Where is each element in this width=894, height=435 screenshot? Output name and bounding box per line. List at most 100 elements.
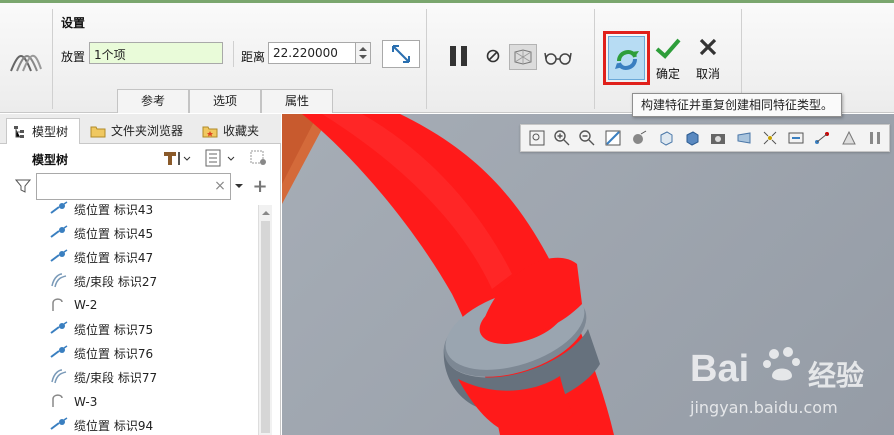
datum-display-icon[interactable] — [762, 130, 778, 146]
scroll-up-icon[interactable] — [260, 208, 272, 218]
tab-properties[interactable]: 属性 — [261, 89, 333, 113]
tree-item-label: 缆位置 标识45 — [74, 226, 154, 241]
wire-icon — [50, 392, 68, 411]
pause-button[interactable] — [444, 41, 474, 71]
tree-item-label: 缆/束段 标识77 — [74, 371, 158, 386]
model-tree-icon — [14, 125, 24, 138]
tree-title: 模型树 — [32, 153, 69, 167]
repaint-icon[interactable] — [605, 130, 621, 146]
tab-model-tree[interactable]: 模型树 — [6, 118, 80, 144]
watermark-brand: Bai — [690, 348, 750, 390]
preview-toggle-button[interactable] — [509, 44, 537, 70]
no-symbol-icon — [486, 49, 500, 63]
favorites-folder-icon — [202, 126, 218, 138]
display-style-icon[interactable] — [684, 130, 700, 146]
axis-display-icon[interactable] — [814, 130, 830, 146]
cable-location-icon — [50, 417, 68, 434]
tab-folder-browser[interactable]: 文件夹浏览器 — [84, 118, 192, 144]
tree-item[interactable]: W-3 — [50, 391, 97, 413]
search-dropdown-icon[interactable] — [233, 178, 245, 194]
no-preview-button[interactable] — [484, 47, 502, 65]
cable-location-icon — [50, 249, 68, 266]
tree-item[interactable]: 缆位置 标识94 — [50, 415, 153, 435]
distance-field[interactable]: 22.220000 — [268, 42, 356, 64]
cable-location-icon — [50, 224, 68, 242]
tab-references[interactable]: 参考 — [117, 89, 189, 113]
tree-item[interactable]: 缆位置 标识75 — [50, 319, 153, 341]
annotation-display-icon[interactable] — [788, 130, 804, 146]
zoom-in-icon[interactable] — [554, 130, 570, 146]
folder-icon — [90, 126, 106, 138]
view-manager-icon[interactable] — [710, 130, 726, 146]
tree-item[interactable]: 缆/束段 标识27 — [50, 270, 157, 292]
view-toolbar — [520, 124, 890, 152]
tab-options[interactable]: 选项 — [189, 89, 261, 113]
cable-feature-icon — [6, 43, 46, 79]
tree-search-input[interactable] — [36, 173, 231, 200]
wire-icon — [50, 296, 68, 315]
filter-icon[interactable] — [14, 176, 32, 196]
tree-item-label: W-2 — [74, 298, 98, 313]
list-view-icon — [205, 149, 235, 167]
placement-label: 放置 — [61, 50, 86, 64]
distance-label: 距离 — [241, 50, 266, 64]
placement-field[interactable]: 1个项 — [89, 42, 223, 64]
tree-item[interactable]: 缆/束段 标识77 — [50, 367, 157, 389]
cancel-button[interactable]: 取消 — [692, 35, 724, 83]
tree-item[interactable]: 缆位置 标识43 — [50, 198, 153, 220]
graphics-viewport[interactable]: Bai 经验 jingyan.baidu.com — [282, 114, 894, 435]
zoom-out-icon[interactable] — [579, 130, 595, 146]
distance-spinner[interactable] — [355, 42, 371, 64]
spin-center-icon[interactable] — [631, 130, 647, 146]
cable-location-icon — [50, 321, 68, 338]
tree-scrollbar[interactable] — [258, 205, 272, 435]
add-filter-icon[interactable]: + — [252, 176, 268, 197]
pause-view-icon[interactable] — [867, 130, 883, 146]
appearance-icon[interactable] — [841, 130, 857, 146]
baidu-watermark: Bai 经验 jingyan.baidu.com — [690, 342, 890, 432]
refit-icon[interactable] — [529, 130, 545, 146]
clear-search-icon[interactable]: × — [212, 178, 228, 194]
app-window: { "ribbon": { "settings_title": "设置", "p… — [0, 0, 894, 435]
tree-item[interactable]: 缆位置 标识76 — [50, 343, 153, 365]
cancel-label: 取消 — [695, 66, 720, 81]
panel-tabs: 模型树 文件夹浏览器 收藏夹 — [0, 114, 281, 144]
tree-item[interactable]: 缆位置 标识45 — [50, 222, 153, 244]
tree-settings-button[interactable] — [160, 148, 194, 168]
tree-item-label: 缆位置 标识94 — [74, 419, 154, 434]
tree-item[interactable]: 缆位置 标识47 — [50, 246, 153, 268]
left-panel: 模型树 文件夹浏览器 收藏夹 模型树 × + 缆位置 标识43 缆位置 标识45 缆… — [0, 114, 281, 435]
tree-display-button[interactable] — [202, 148, 238, 168]
repeat-tooltip: 构建特征并重复创建相同特征类型。 — [632, 93, 843, 117]
ok-button[interactable]: 确定 — [652, 35, 684, 83]
tab-model-tree-label: 模型树 — [32, 124, 69, 139]
watermark-brand-cn: 经验 — [808, 359, 865, 392]
settings-title: 设置 — [61, 16, 86, 30]
checkmark-icon — [655, 38, 681, 59]
tools-icon — [164, 152, 191, 165]
cable-location-icon — [50, 345, 68, 362]
tree-item-label: 缆位置 标识43 — [74, 202, 154, 217]
tree-filter-settings-button[interactable] — [248, 148, 270, 168]
paw-logo-icon — [763, 347, 800, 381]
tree-item[interactable]: W-2 — [50, 294, 97, 316]
saved-orientations-icon[interactable] — [658, 130, 674, 146]
watermark-url: jingyan.baidu.com — [690, 398, 838, 417]
flip-direction-icon — [392, 45, 410, 63]
perspective-icon[interactable] — [736, 130, 752, 146]
tree-item-label: 缆位置 标识76 — [74, 347, 154, 362]
verify-button[interactable] — [543, 47, 573, 67]
flip-direction-button[interactable] — [382, 40, 420, 68]
tab-folder-browser-label: 文件夹浏览器 — [111, 124, 184, 138]
close-icon — [699, 38, 717, 55]
cable-segment-icon — [50, 272, 68, 291]
repeat-icon — [615, 50, 639, 70]
tree-item-label: 缆位置 标识75 — [74, 323, 154, 337]
grid-settings-icon — [250, 150, 266, 165]
tree-item-label: 缆/束段 标识27 — [74, 274, 158, 289]
cable-segment-icon — [50, 368, 68, 387]
ok-label: 确定 — [655, 66, 680, 81]
glasses-icon — [544, 52, 572, 65]
apply-and-repeat-button[interactable] — [603, 31, 650, 85]
tab-favorites[interactable]: 收藏夹 — [196, 118, 268, 144]
